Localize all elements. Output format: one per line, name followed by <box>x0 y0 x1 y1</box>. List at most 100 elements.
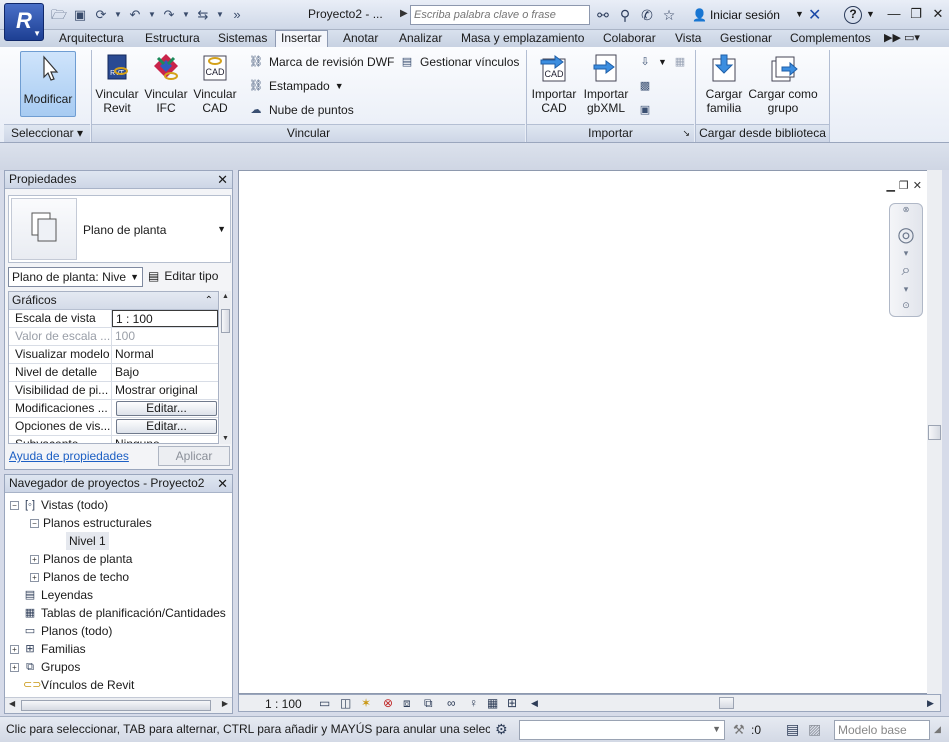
vincular-ifc-button[interactable]: Vincular IFC <box>143 51 189 115</box>
more-tabs-icon[interactable]: ▶▶ <box>884 31 901 44</box>
scroll-left-icon[interactable]: ◀ <box>9 699 15 708</box>
tree-node-nivel-1[interactable]: Nivel 1 <box>66 532 109 550</box>
scroll-thumb[interactable] <box>21 700 211 711</box>
importar-gbxml-button[interactable]: Importar gbXML <box>580 51 632 115</box>
restore-icon[interactable]: ❐ <box>899 179 909 192</box>
importar-cad-button[interactable]: CAD Importar CAD <box>529 51 579 115</box>
crop-view-icon[interactable]: ⧈ <box>403 695 411 711</box>
sun-path-icon[interactable]: ✶ <box>361 695 371 711</box>
instance-filter-select[interactable]: Plano de planta: Nive ▼ <box>8 267 143 287</box>
marca-revision-dwf-button[interactable]: ⛓ Marca de revisión DWF <box>248 54 394 70</box>
properties-scrollbar[interactable]: ▲ ▼ <box>220 291 231 444</box>
tab-estructura[interactable]: Estructura <box>140 31 205 46</box>
tab-gestionar[interactable]: Gestionar <box>715 31 777 46</box>
parts-visibility-value[interactable]: Mostrar original <box>112 382 218 399</box>
tab-colaborar[interactable]: Colaborar <box>598 31 661 46</box>
scroll-thumb[interactable] <box>928 425 941 440</box>
group-graficos[interactable]: Gráficos ⌃ <box>9 292 218 310</box>
chevron-down-icon[interactable]: ▼ <box>181 6 191 24</box>
view-scale-button[interactable]: 1 : 100 <box>265 696 302 712</box>
sync-icon[interactable]: ⟳ <box>92 6 110 24</box>
open-folder-icon[interactable]: 🗁 <box>50 6 68 24</box>
chevron-down-icon[interactable]: ▼ <box>215 6 225 24</box>
scroll-down-icon[interactable]: ▼ <box>220 435 231 442</box>
display-model-value[interactable]: Normal <box>112 346 218 363</box>
show-crop-region-icon[interactable]: ⧉ <box>424 695 433 711</box>
unlocked-3d-view-icon[interactable]: ∞ <box>447 695 456 711</box>
scroll-thumb[interactable] <box>221 309 230 333</box>
search-expand-icon[interactable]: ▶ <box>400 8 408 19</box>
tree-node-vinculos-revit[interactable]: ⊂⊃ Vínculos de Revit <box>23 676 134 694</box>
canvas-vertical-scrollbar[interactable] <box>927 170 942 694</box>
reveal-hidden-icon[interactable]: ▦ <box>487 695 498 711</box>
tab-complementos[interactable]: Complementos <box>785 31 876 46</box>
nube-puntos-button[interactable]: ☁ Nube de puntos <box>248 102 354 118</box>
tab-masa-emplazamiento[interactable]: Masa y emplazamiento <box>456 31 589 46</box>
tree-node-planos-estructurales[interactable]: − Planos estructurales <box>30 514 152 532</box>
scroll-right-icon[interactable]: ▶ <box>222 699 228 708</box>
tree-node-planos[interactable]: ▭ Planos (todo) <box>23 622 113 640</box>
tree-node-grupos[interactable]: + ⧉ Grupos <box>10 658 80 676</box>
gestionar-vinculos-button[interactable]: ▤ Gestionar vínculos <box>399 54 520 70</box>
worksharing-icon[interactable]: ⚙ <box>495 721 508 738</box>
scroll-left-icon[interactable]: ◀ <box>531 695 538 711</box>
application-menu-button[interactable]: R ▼ <box>4 3 44 41</box>
import-image-button[interactable]: ▩ <box>637 78 653 94</box>
chevron-down-icon[interactable]: ▼ <box>113 6 123 24</box>
tab-anotar[interactable]: Anotar <box>338 31 383 46</box>
vincular-cad-button[interactable]: CAD Vincular CAD <box>192 51 238 115</box>
ribbon-minimize-icon[interactable]: ▭▾ <box>904 31 920 44</box>
search-input[interactable] <box>410 5 590 25</box>
modificar-button[interactable]: Modificar <box>20 51 76 117</box>
analytical-model-icon[interactable]: ⊞ <box>507 695 517 711</box>
chevron-down-icon[interactable]: ▼ <box>795 9 804 19</box>
close-icon[interactable]: ✕ <box>217 475 228 492</box>
options-icon[interactable]: ⊙ <box>890 300 922 311</box>
minimize-icon[interactable]: ▁ <box>886 179 894 192</box>
view-scale-input[interactable]: 1 : 100 <box>112 310 218 327</box>
import-from-file-button[interactable]: ⇩ ▼ <box>637 54 667 70</box>
measure-icon[interactable]: ⇆ <box>194 6 212 24</box>
collapse-icon[interactable]: − <box>10 500 19 510</box>
manage-images-button[interactable]: ▣ <box>637 102 653 118</box>
apply-button[interactable]: Aplicar <box>158 446 230 466</box>
chevron-down-icon[interactable]: ▼ <box>866 9 875 19</box>
design-options-icon[interactable]: ▨ <box>808 721 821 738</box>
panel-importar[interactable]: Importar ↘ <box>527 124 694 142</box>
expand-icon[interactable]: + <box>30 572 39 582</box>
chevron-down-icon[interactable]: ▼ <box>147 6 157 24</box>
expand-icon[interactable]: + <box>10 644 19 654</box>
edit-display-options-button[interactable]: Editar... <box>116 419 217 434</box>
cargar-familia-button[interactable]: Cargar familia <box>700 51 748 115</box>
filter-icon[interactable]: ⚒ <box>733 722 745 738</box>
tab-sistemas[interactable]: Sistemas <box>213 31 272 46</box>
browser-horizontal-scrollbar[interactable]: ◀ ▶ <box>5 697 232 713</box>
expand-icon[interactable]: + <box>10 662 19 672</box>
properties-help-link[interactable]: Ayuda de propiedades <box>9 449 129 463</box>
expand-icon[interactable]: + <box>30 554 39 564</box>
tab-analizar[interactable]: Analizar <box>394 31 447 46</box>
tab-vista[interactable]: Vista <box>670 31 706 46</box>
design-option-select[interactable]: Modelo base <box>834 720 930 740</box>
undo-icon[interactable]: ↶ <box>126 6 144 24</box>
scroll-right-icon[interactable]: ▶ <box>927 695 934 711</box>
visual-style-icon[interactable]: ◫ <box>340 695 351 711</box>
close-icon[interactable]: ✕ <box>913 179 922 192</box>
redo-icon[interactable]: ↷ <box>160 6 178 24</box>
chevron-down-icon[interactable]: ▾ <box>890 284 922 295</box>
drawing-area[interactable]: ▁ ❐ ✕ ⊗ ◎ ▾ ⌕ ▾ ⊙ <box>238 170 941 694</box>
tab-arquitectura[interactable]: Arquitectura <box>54 31 129 46</box>
minimize-icon[interactable]: — <box>884 5 904 23</box>
more-tools-icon[interactable]: » <box>228 6 246 24</box>
edit-visibility-overrides-button[interactable]: Editar... <box>116 401 217 416</box>
tree-node-tablas[interactable]: ▦ Tablas de planificación/Cantidades <box>23 604 226 622</box>
tree-node-vistas[interactable]: − [◦] Vistas (todo) <box>10 496 108 514</box>
detail-level-icon[interactable]: ▭ <box>319 695 330 711</box>
type-selector[interactable]: Plano de planta ▼ <box>8 195 231 263</box>
edit-type-button[interactable]: ▤ Editar tipo <box>148 267 218 285</box>
close-icon[interactable]: ⊗ <box>890 205 922 214</box>
zoom-region-icon[interactable]: ⌕ <box>890 262 922 280</box>
underlay-value[interactable]: Ninguno <box>112 436 218 443</box>
editable-only-icon[interactable]: ▤ <box>786 721 799 738</box>
communication-icon[interactable]: ✆ <box>638 5 656 25</box>
